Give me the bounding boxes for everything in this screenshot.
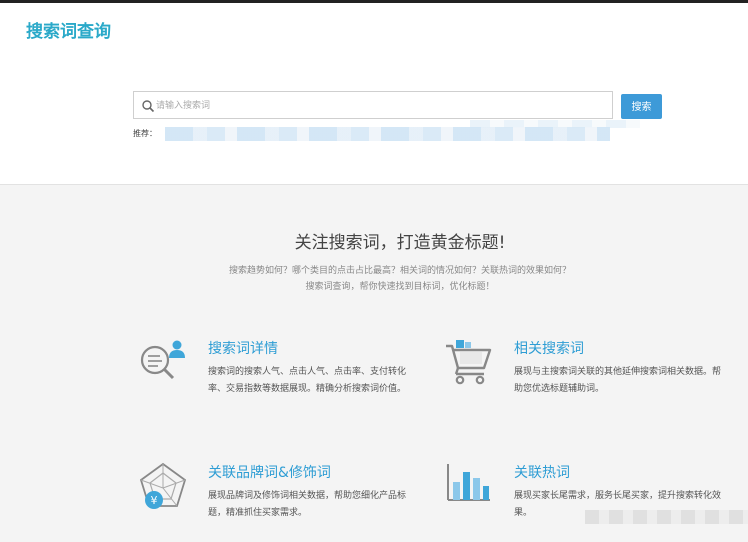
promo-heading: 关注搜索词，打造黄金标题! — [294, 233, 506, 253]
recommend-label: 推荐： — [133, 129, 157, 138]
search-button[interactable]: 搜索 — [621, 94, 662, 119]
feature-description: 搜索词的搜索人气、点击人气、点击率、支付转化率、交易指数等数据展现。精确分析搜索… — [208, 367, 407, 394]
search-icon — [142, 100, 155, 113]
search-header: 搜索词查询 搜索 推荐： — [0, 3, 748, 185]
magnifier-user-icon — [140, 340, 185, 380]
bar-chart-icon — [447, 464, 490, 501]
feature-title[interactable]: 关联热词 — [514, 462, 570, 482]
feature-title[interactable]: 相关搜索词 — [514, 338, 584, 358]
recommended-keywords-blurred — [165, 127, 610, 141]
svg-text:¥: ¥ — [151, 494, 158, 507]
shopping-cart-icon — [446, 340, 492, 385]
feature-title[interactable]: 搜索词详情 — [208, 338, 278, 358]
search-input[interactable] — [154, 94, 598, 118]
page-title: 搜索词查询 — [26, 22, 111, 42]
feature-title[interactable]: 关联品牌词&修饰词 — [208, 462, 331, 482]
radar-yuan-icon: ¥ — [139, 462, 187, 509]
search-box[interactable] — [133, 91, 613, 119]
feature-description: 展现与主搜索词关联的其他延伸搜索词相关数据。帮助您优选标题辅助词。 — [514, 367, 722, 394]
feature-description: 展现品牌词及修饰词相关数据，帮助您细化产品标题，精准抓住买家需求。 — [208, 491, 407, 518]
promo-subtitle-1: 搜索趋势如何？哪个类目的点击占比最高？相关词的情况如何？关联热词的效果如何？ — [228, 266, 571, 276]
promo-subtitle-2: 搜索词查询，帮你快速找到目标词，优化标题！ — [305, 282, 495, 292]
watermark-blur — [585, 510, 748, 524]
